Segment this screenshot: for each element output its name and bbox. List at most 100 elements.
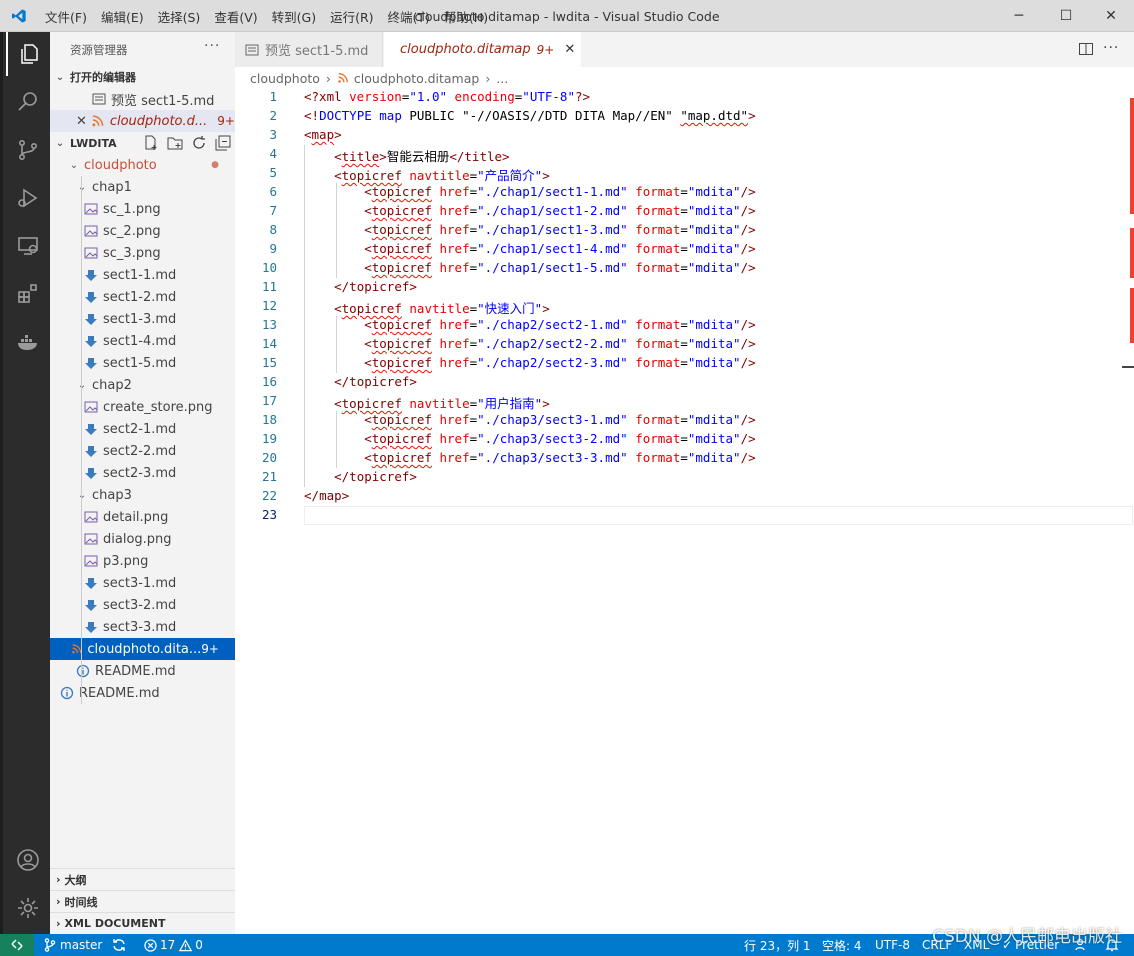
open-editor-item-active[interactable]: ✕ cloudphoto.d... 9+ [50, 110, 235, 132]
code-line-13: <topicref href="./chap2/sect2-1.md" form… [364, 317, 756, 332]
tab-preview-sect1-5[interactable]: 预览 sect1-5.md [235, 32, 383, 67]
tree-file[interactable]: README.md [50, 660, 235, 682]
tree-file[interactable]: sect3-3.md [50, 616, 235, 638]
tree-file[interactable]: create_store.png [50, 396, 235, 418]
markdown-file-icon [85, 468, 97, 479]
remote-indicator[interactable] [0, 934, 34, 956]
tree-file[interactable]: cloudphoto.dita... 9+ [50, 638, 235, 660]
manage-activity[interactable] [6, 886, 50, 930]
gear-icon [18, 898, 38, 918]
tree-folder[interactable]: ⌄ cloudphoto ● [50, 154, 235, 176]
split-editor-icon[interactable] [1078, 41, 1094, 57]
line-number: 1 [269, 89, 277, 104]
menu-file[interactable]: 文件(F) [38, 7, 94, 26]
tree-item-label: sect2-1.md [103, 421, 177, 437]
tree-file[interactable]: detail.png [50, 506, 235, 528]
menu-edit[interactable]: 编辑(E) [94, 7, 151, 26]
menu-selection[interactable]: 选择(S) [151, 7, 208, 26]
outline-section[interactable]: › 大纲 [50, 868, 235, 890]
tree-folder[interactable]: ⌄ chap2 [50, 374, 235, 396]
more-actions-icon[interactable]: ··· [1103, 40, 1119, 56]
problems-indicator[interactable]: 17 0 [144, 934, 203, 956]
maximize-button[interactable]: ☐ [1043, 0, 1089, 32]
chevron-down-icon: ⌄ [76, 380, 88, 391]
branch-indicator[interactable]: master [44, 934, 102, 956]
tree-folder[interactable]: ⌄ chap1 [50, 176, 235, 198]
tree-item-label: p3.png [103, 553, 149, 569]
code-line-19: <topicref href="./chap3/sect3-2.md" form… [364, 431, 756, 446]
tree-item-label: chap2 [92, 377, 132, 393]
open-editors-section[interactable]: ⌄ 打开的编辑器 [50, 66, 235, 88]
more-actions-icon[interactable]: ··· [204, 38, 220, 54]
sync-icon [113, 939, 125, 951]
encoding-setting[interactable]: UTF-8 [875, 934, 910, 956]
sync-button[interactable] [112, 934, 126, 956]
tree-file[interactable]: sect3-2.md [50, 594, 235, 616]
breadcrumb-folder[interactable]: cloudphoto [250, 71, 320, 86]
menu-run[interactable]: 运行(R) [323, 7, 380, 26]
vscode-logo-icon[interactable] [10, 8, 28, 24]
breadcrumb-file[interactable]: cloudphoto.ditamap [354, 71, 479, 86]
docker-icon [18, 335, 37, 350]
extensions-activity[interactable] [6, 272, 50, 316]
search-activity[interactable] [6, 80, 50, 124]
tree-item-label: sect3-2.md [103, 597, 177, 613]
remote-explorer-activity[interactable] [6, 224, 50, 268]
menu-view[interactable]: 查看(V) [207, 7, 264, 26]
code-line-1: <?xml version="1.0" encoding="UTF-8"?> [304, 89, 591, 104]
collapse-all-icon[interactable] [215, 135, 231, 151]
code-line-18: <topicref href="./chap3/sect3-1.md" form… [364, 412, 756, 427]
tree-file[interactable]: sect1-5.md [50, 352, 235, 374]
tab-cloudphoto-ditamap[interactable]: cloudphoto.ditamap 9+ ✕ [384, 32, 581, 67]
tree-file[interactable]: dialog.png [50, 528, 235, 550]
indentation-setting[interactable]: 空格: 4 [822, 934, 862, 956]
source-control-activity[interactable] [6, 128, 50, 172]
tree-file[interactable]: p3.png [50, 550, 235, 572]
tree-file[interactable]: sect3-1.md [50, 572, 235, 594]
code-editor[interactable]: <?xml version="1.0" encoding="UTF-8"?> <… [235, 88, 1134, 934]
remote-icon [11, 939, 23, 951]
run-debug-activity[interactable] [6, 176, 50, 220]
new-file-icon[interactable] [143, 135, 159, 151]
workspace-section[interactable]: ⌄ LWDITA [50, 132, 235, 154]
line-number: 14 [261, 336, 277, 351]
accounts-activity[interactable] [6, 838, 50, 882]
close-tab-icon[interactable]: ✕ [564, 42, 575, 57]
tree-file[interactable]: sect2-1.md [50, 418, 235, 440]
close-window-button[interactable]: ✕ [1088, 0, 1134, 32]
menu-go[interactable]: 转到(G) [265, 7, 323, 26]
minimize-button[interactable]: ─ [996, 0, 1042, 32]
tree-folder[interactable]: ⌄ chap3 [50, 484, 235, 506]
line-number: 12 [261, 298, 277, 313]
tree-file[interactable]: sect2-3.md [50, 462, 235, 484]
close-icon[interactable]: ✕ [76, 114, 91, 129]
chevron-right-icon: › [56, 917, 61, 930]
markdown-file-icon [85, 578, 97, 589]
open-editor-item[interactable]: 预览 sect1-5.md [50, 88, 235, 110]
tree-file[interactable]: sect1-3.md [50, 308, 235, 330]
tree-file[interactable]: sect2-2.md [50, 440, 235, 462]
new-folder-icon[interactable] [167, 135, 183, 151]
tree-file[interactable]: sect1-2.md [50, 286, 235, 308]
activity-bar [0, 32, 50, 934]
tree-file[interactable]: sc_3.png [50, 242, 235, 264]
extensions-icon [18, 284, 37, 303]
tree-file[interactable]: sect1-4.md [50, 330, 235, 352]
docker-activity[interactable] [6, 320, 50, 364]
code-line-22: </map> [304, 488, 350, 503]
xml-document-section[interactable]: › XML DOCUMENT [50, 912, 235, 934]
refresh-icon[interactable] [191, 135, 207, 151]
tree-file[interactable]: sc_1.png [50, 198, 235, 220]
tree-file[interactable]: sect1-1.md [50, 264, 235, 286]
title-bar: 文件(F) 编辑(E) 选择(S) 查看(V) 转到(G) 运行(R) 终端(T… [0, 0, 1134, 32]
explorer-activity[interactable] [6, 32, 50, 76]
line-number: 11 [261, 279, 277, 294]
tree-file[interactable]: sc_2.png [50, 220, 235, 242]
breadcrumb-symbol[interactable]: ... [496, 71, 508, 86]
tree-file[interactable]: README.md [50, 682, 235, 704]
cursor-position[interactable]: 行 23，列 1 [744, 934, 811, 956]
scrollbar-cursor-marker [1122, 366, 1134, 368]
timeline-section[interactable]: › 时间线 [50, 890, 235, 912]
scrollbar-error-marker [1130, 228, 1134, 278]
line-number: 23 [261, 507, 277, 522]
